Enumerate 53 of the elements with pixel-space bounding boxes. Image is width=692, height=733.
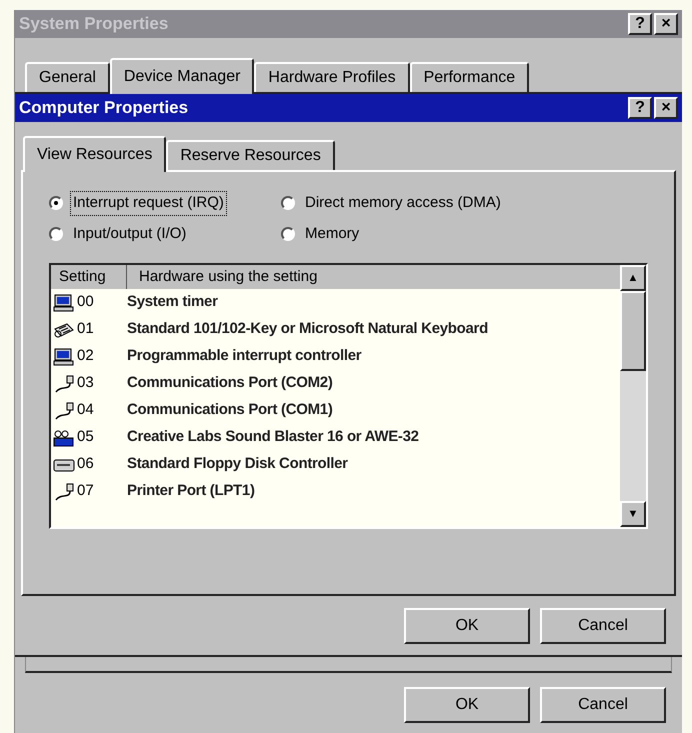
table-cell-text: 04 <box>76 400 95 420</box>
window-title: System Properties <box>19 13 168 36</box>
help-button[interactable]: ? <box>628 97 652 119</box>
table-cell-text: System timer <box>127 292 218 312</box>
scrollbar[interactable]: ▲ ▼ <box>620 265 646 527</box>
radio-label[interactable]: Interrupt request (IRQ) <box>71 192 226 214</box>
tab[interactable]: General <box>25 62 110 92</box>
window-title: Computer Properties <box>19 97 188 120</box>
radio-button[interactable] <box>49 226 63 241</box>
radio-button[interactable] <box>281 196 295 210</box>
scroll-down-button[interactable]: ▼ <box>620 501 646 527</box>
table-cell-text: Standard 101/102-Key or Microsoft Natural Keyboard <box>127 319 488 340</box>
tab[interactable]: Performance <box>410 62 530 92</box>
radio-label[interactable]: Input/output (I/O) <box>71 222 188 245</box>
column-header[interactable]: Setting <box>51 265 127 289</box>
cable-plug-icon <box>53 374 75 392</box>
tab[interactable]: Device Manager <box>110 58 254 94</box>
cancel-button[interactable]: Cancel <box>540 608 666 644</box>
scroll-up-button[interactable]: ▲ <box>620 265 646 291</box>
column-header[interactable]: Hardware using the setting <box>127 265 620 289</box>
keyboard-icon <box>53 320 75 338</box>
table-cell-text: Programmable interrupt controller <box>127 346 362 366</box>
table-cell-text: Printer Port (LPT1) <box>127 481 255 502</box>
table-cell-text: 06 <box>76 454 95 474</box>
close-button[interactable]: × <box>654 97 678 119</box>
table-cell-text: Standard Floppy Disk Controller <box>127 454 348 474</box>
table-cell-text: 01 <box>76 319 95 340</box>
tab[interactable]: Hardware Profiles <box>254 62 410 92</box>
cancel-button[interactable]: Cancel <box>540 687 666 723</box>
scroll-thumb[interactable] <box>620 291 646 371</box>
cable-plug-icon <box>53 402 75 420</box>
table-cell-text: 03 <box>76 373 95 394</box>
table-cell-text: 02 <box>76 346 95 366</box>
ok-button[interactable]: OK <box>404 608 530 644</box>
tab[interactable]: Reserve Resources <box>166 140 335 170</box>
computer-icon <box>53 294 75 312</box>
radio-button[interactable] <box>281 226 295 241</box>
radio-button[interactable] <box>49 196 63 210</box>
table-cell-text: Creative Labs Sound Blaster 16 or AWE-32 <box>127 427 419 448</box>
table-cell-text: 07 <box>76 481 95 502</box>
tab[interactable]: View Resources <box>23 136 166 172</box>
computer-icon <box>53 348 75 366</box>
help-button[interactable]: ? <box>628 13 652 35</box>
radio-label[interactable]: Direct memory access (DMA) <box>303 192 503 214</box>
ok-button[interactable]: OK <box>404 687 530 723</box>
table-cell-text: 05 <box>76 427 95 448</box>
close-button[interactable]: × <box>654 13 678 35</box>
radio-label[interactable]: Memory <box>303 222 362 245</box>
cable-plug-icon <box>53 482 75 500</box>
table-cell-text: Communications Port (COM1) <box>127 400 333 420</box>
sound-card-icon <box>53 428 75 446</box>
table-cell-text: Communications Port (COM2) <box>127 373 333 394</box>
table-cell-text: 00 <box>76 292 95 312</box>
